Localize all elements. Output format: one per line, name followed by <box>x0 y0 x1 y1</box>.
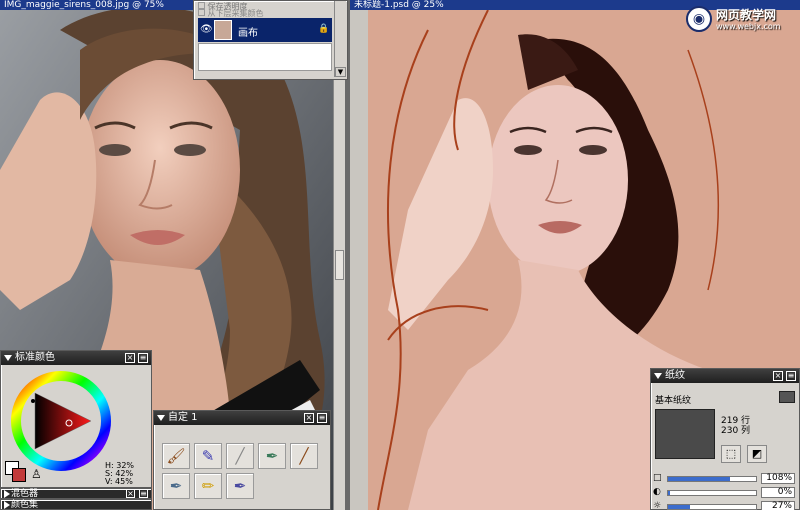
mixer-title: 混色器 <box>11 489 39 499</box>
brush-tool-6[interactable]: ✒ <box>162 473 190 499</box>
menu-icon[interactable]: ≡ <box>138 353 148 363</box>
layer-name: 画布 <box>238 28 258 39</box>
menu-icon[interactable]: ≡ <box>317 413 327 423</box>
color-palette-titlebar[interactable]: 标准颜色 × ≡ <box>1 351 151 365</box>
paper-cols: 230 列 <box>721 426 751 436</box>
scale-fill <box>668 477 730 481</box>
paper-palette-title: 纸纹 <box>665 370 685 381</box>
brush-tool-7[interactable]: ✏ <box>194 473 222 499</box>
eye-icon[interactable]: 👁 <box>200 24 213 35</box>
invert-paper-button[interactable]: ⬚ <box>721 445 741 463</box>
brightness-value[interactable]: 27% <box>761 501 795 510</box>
scroll-down-button[interactable]: ▼ <box>335 67 346 77</box>
hue-ring[interactable] <box>11 371 111 471</box>
close-icon[interactable]: × <box>773 371 783 381</box>
menu-icon[interactable]: ≡ <box>786 371 796 381</box>
watermark: ◉ 网页教学网 www.webjx.com <box>686 4 796 36</box>
paper-library-icon[interactable] <box>779 391 795 403</box>
scroll-thumb[interactable] <box>335 250 344 280</box>
custom-palette: 自定 1 × ≡ 🖌 ✎ ╱ ✒ ╱ ✒ ✏ ✒ <box>153 410 331 510</box>
brightness-track[interactable] <box>667 504 757 510</box>
scale-value[interactable]: 108% <box>761 473 795 484</box>
scale-track[interactable] <box>667 476 757 482</box>
brush-tool-2[interactable]: ✎ <box>194 443 222 469</box>
custom-palette-title: 自定 1 <box>168 412 198 423</box>
close-icon[interactable]: × <box>126 489 135 498</box>
standard-color-palette: 标准颜色 × ≡ ♙ H: 32% S: 42% V: 45% <box>0 350 152 488</box>
value-value: V: 45% <box>105 477 133 486</box>
contrast-icon: ◐ <box>653 487 661 497</box>
paper-swatch[interactable] <box>655 409 715 459</box>
paper-palette-titlebar[interactable]: 纸纹 × ≡ <box>651 369 799 383</box>
contrast-track[interactable] <box>667 490 757 496</box>
paper-name[interactable]: 基本纸纹 <box>655 393 691 406</box>
option-label: 从下层采集颜色 <box>207 9 264 18</box>
menu-icon[interactable]: ≡ <box>139 489 148 498</box>
brush-tool-4[interactable]: ✒ <box>258 443 286 469</box>
lock-icon[interactable]: 🔒 <box>318 24 329 34</box>
collapse-triangle-icon[interactable] <box>4 355 12 361</box>
close-icon[interactable]: × <box>304 413 314 423</box>
contrast-fill <box>668 491 670 495</box>
watermark-logo-icon: ◉ <box>686 6 712 32</box>
checkbox[interactable] <box>198 9 205 16</box>
brush-tool-8[interactable]: ✒ <box>226 473 254 499</box>
reference-vertical-scrollbar[interactable]: ▲ <box>333 10 345 510</box>
hsv-readout: H: 32% S: 42% V: 45% <box>105 462 134 486</box>
layers-panel: 保存透明度 从下层采集颜色 👁 画布 🔒 ▼ <box>193 0 348 80</box>
watermark-line2: www.webjx.com <box>716 22 781 31</box>
contrast-value[interactable]: 0% <box>761 487 795 498</box>
mixer-palette-collapsed[interactable]: 混色器 × ≡ <box>0 488 152 499</box>
layers-list-empty <box>198 43 332 71</box>
layers-scrollbar[interactable]: ▼ <box>334 1 346 77</box>
canvas-left-border <box>350 10 368 510</box>
brush-tool-3[interactable]: ╱ <box>226 443 254 469</box>
paper-contrast-slider[interactable]: ◐ 0% <box>653 487 797 499</box>
close-icon[interactable]: × <box>125 353 135 363</box>
paper-palette: 纸纹 × ≡ 基本纸纹 219 行 230 列 ⬚ ◩ □ 108% ◐ 0% … <box>650 368 800 510</box>
main-color-swatch[interactable] <box>12 468 26 482</box>
color-palette-title: 标准颜色 <box>15 352 55 363</box>
paper-scale-slider[interactable]: □ 108% <box>653 473 797 485</box>
color-set-palette-collapsed[interactable]: 颜色集 <box>0 499 152 510</box>
paper-brightness-slider[interactable]: ☼ 27% <box>653 501 797 510</box>
layer-row-canvas[interactable]: 👁 画布 🔒 <box>198 18 332 42</box>
eyedropper-icon[interactable]: ♙ <box>31 467 42 481</box>
color-set-title: 颜色集 <box>11 500 39 510</box>
custom-palette-titlebar[interactable]: 自定 1 × ≡ <box>154 411 330 425</box>
brightness-fill <box>668 505 690 509</box>
brightness-icon: ☼ <box>653 501 662 510</box>
collapse-triangle-icon[interactable] <box>157 415 165 421</box>
brush-tool-1[interactable]: 🖌 <box>162 443 190 469</box>
layer-thumbnail <box>214 20 232 40</box>
reference-window-title[interactable]: IMG_maggie_sirens_008.jpg @ 75% <box>0 0 200 10</box>
brush-tool-5[interactable]: ╱ <box>290 443 318 469</box>
scale-icon: □ <box>653 473 662 483</box>
collapse-triangle-icon[interactable] <box>654 373 662 379</box>
capture-paper-button[interactable]: ◩ <box>747 445 767 463</box>
watermark-line1: 网页教学网 <box>716 8 777 22</box>
